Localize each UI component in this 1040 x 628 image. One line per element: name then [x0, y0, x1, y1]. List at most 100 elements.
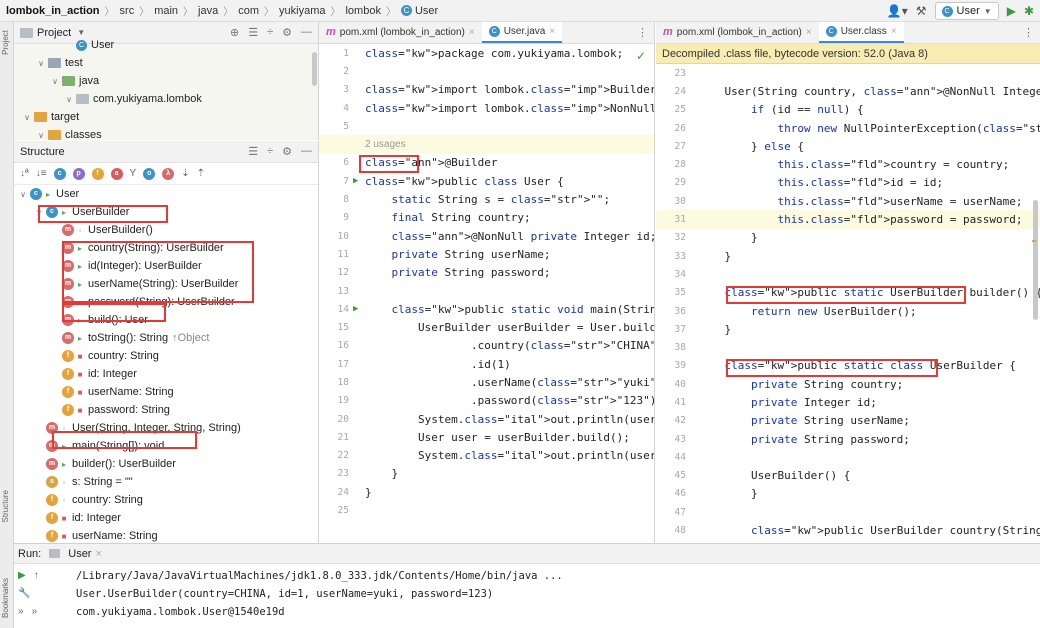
- structure-item[interactable]: m ▸ builder(): UserBuilder: [14, 455, 318, 473]
- more-icon[interactable]: ⋮: [637, 26, 648, 39]
- project-scrollbar[interactable]: [312, 52, 317, 86]
- line-number: 46: [674, 488, 686, 500]
- class-icon: C: [488, 25, 500, 37]
- project-tree-item[interactable]: ∨ target: [14, 108, 318, 126]
- sort-visibility-icon[interactable]: ↓≡: [36, 168, 47, 179]
- project-tree-item[interactable]: ∨ java: [14, 72, 318, 90]
- structure-tool-label[interactable]: Structure: [1, 490, 10, 522]
- structure-item[interactable]: f ■ id: Integer: [14, 365, 318, 383]
- code-area-user-class[interactable]: 23 24 User(String country, class="ann">@N…: [656, 64, 1040, 540]
- code-text: class="ann">@Builder: [365, 156, 498, 170]
- gear-icon[interactable]: ⚙: [282, 145, 292, 158]
- project-tree-item[interactable]: ∨ com.yukiyama.lombok: [14, 90, 318, 108]
- sort-alpha-icon[interactable]: ↓ª: [20, 168, 29, 179]
- structure-item[interactable]: m ▸ build(): User: [14, 311, 318, 329]
- structure-item[interactable]: m ▸ userName(String): UserBuilder: [14, 275, 318, 293]
- code-text: this.class="fld">password = password;: [777, 213, 1023, 227]
- structure-item[interactable]: m ▸ toString(): String ↑Object: [14, 329, 318, 347]
- breadcrumb-item[interactable]: main: [154, 5, 178, 17]
- person-icon[interactable]: 👤▾: [887, 4, 908, 18]
- structure-item[interactable]: f ■ userName: String: [14, 383, 318, 401]
- chevron-down-icon[interactable]: ∨: [64, 95, 74, 104]
- structure-item[interactable]: ∨ c ▸ User: [14, 185, 318, 203]
- chevron-down-icon[interactable]: ∨: [34, 208, 44, 217]
- autoscroll-from-source-icon[interactable]: ⇡: [197, 168, 205, 179]
- bookmarks-tool-label[interactable]: Bookmarks: [1, 578, 10, 618]
- code-area-user-java[interactable]: 1 class="kw">package com.yukiyama.lombok;…: [319, 44, 654, 520]
- show-properties-icon[interactable]: p: [72, 167, 85, 180]
- run-icon[interactable]: ▶: [1007, 4, 1016, 18]
- breadcrumb-item[interactable]: User: [415, 5, 438, 17]
- wrench-icon[interactable]: 🔧: [18, 588, 30, 606]
- expand-icon[interactable]: »: [32, 606, 38, 624]
- structure-item[interactable]: ∨ c ▸ UserBuilder: [14, 203, 318, 221]
- chevron-down-icon[interactable]: ∨: [36, 59, 46, 68]
- project-tree-item[interactable]: ∨ test: [14, 54, 318, 72]
- more-icon[interactable]: »: [18, 606, 24, 624]
- run-gutter-icon[interactable]: ▶: [353, 304, 365, 314]
- run-gutter-icon[interactable]: ▶: [353, 176, 365, 186]
- expand-all-icon[interactable]: ÷: [267, 26, 273, 39]
- chevron-down-icon[interactable]: ∨: [50, 77, 60, 86]
- close-icon[interactable]: ×: [469, 27, 475, 38]
- hammer-icon[interactable]: ⚒: [916, 4, 927, 18]
- structure-item[interactable]: m ▸ main(String[]): void: [14, 437, 318, 455]
- gear-icon[interactable]: ⚙: [282, 26, 292, 39]
- show-non-public-icon[interactable]: a: [110, 167, 123, 180]
- rerun-icon[interactable]: ▶: [18, 570, 26, 588]
- structure-item[interactable]: m ▸ country(String): UserBuilder: [14, 239, 318, 257]
- structure-item[interactable]: f ■ userName: String: [14, 527, 318, 543]
- structure-item[interactable]: m ◦ UserBuilder(): [14, 221, 318, 239]
- editor-tab[interactable]: m pom.xml (lombok_in_action) ×: [319, 22, 482, 43]
- breadcrumb-separator: 〉: [264, 7, 275, 18]
- editor-tab[interactable]: m pom.xml (lombok_in_action) ×: [656, 22, 819, 43]
- project-tree-item[interactable]: ∨ classes: [14, 126, 318, 140]
- project-panel-title[interactable]: Project: [37, 27, 71, 39]
- close-icon[interactable]: ×: [891, 26, 897, 37]
- run-tab-user[interactable]: User ×: [49, 548, 102, 560]
- show-lambdas-icon[interactable]: λ: [162, 167, 175, 180]
- editor2-scrollbar[interactable]: [1033, 200, 1038, 320]
- breadcrumb-item[interactable]: yukiyama: [279, 5, 325, 17]
- breadcrumb-item[interactable]: java: [198, 5, 218, 17]
- minimize-icon[interactable]: —: [301, 145, 312, 158]
- filter-icon[interactable]: Y: [130, 168, 137, 179]
- editor-tab[interactable]: C User.java ×: [481, 22, 563, 43]
- chevron-down-icon[interactable]: ∨: [18, 190, 28, 199]
- structure-item[interactable]: m ▸ id(Integer): UserBuilder: [14, 257, 318, 275]
- debug-icon[interactable]: ✱: [1024, 4, 1034, 18]
- more-icon[interactable]: ⋮: [1023, 26, 1034, 39]
- expand-all-icon[interactable]: ÷: [267, 145, 273, 158]
- structure-item[interactable]: s ◦ s: String = "": [14, 473, 318, 491]
- breadcrumb-item[interactable]: lombok_in_action: [6, 5, 100, 17]
- locate-icon[interactable]: ⊕: [230, 26, 239, 39]
- breadcrumb-item[interactable]: src: [120, 5, 135, 17]
- structure-item[interactable]: m ◦ User(String, Integer, String, String): [14, 419, 318, 437]
- chevron-down-icon[interactable]: ∨: [22, 113, 32, 122]
- chevron-down-icon[interactable]: ▼: [77, 28, 85, 37]
- chevron-down-icon[interactable]: ∨: [36, 131, 46, 140]
- close-icon[interactable]: ×: [806, 27, 812, 38]
- breadcrumb-item[interactable]: lombok: [345, 5, 380, 17]
- code-text: }: [698, 322, 732, 336]
- project-tool-label[interactable]: Project: [1, 30, 10, 55]
- collapse-all-icon[interactable]: ☰: [248, 145, 258, 158]
- close-icon[interactable]: ×: [549, 26, 555, 37]
- editor-tab[interactable]: C User.class ×: [818, 22, 904, 43]
- minimize-icon[interactable]: —: [301, 26, 312, 39]
- structure-item[interactable]: f ◦ country: String: [14, 491, 318, 509]
- breadcrumb-item[interactable]: com: [238, 5, 259, 17]
- collapse-all-icon[interactable]: ☰: [248, 26, 258, 39]
- structure-item[interactable]: f ■ id: Integer: [14, 509, 318, 527]
- structure-item[interactable]: f ■ country: String: [14, 347, 318, 365]
- run-configuration-select[interactable]: C User ▼: [934, 2, 999, 20]
- show-fields-icon[interactable]: f: [91, 167, 104, 180]
- autoscroll-to-source-icon[interactable]: ⇣: [181, 168, 189, 179]
- show-inherited-icon[interactable]: o: [143, 167, 156, 180]
- structure-item[interactable]: f ■ password: String: [14, 401, 318, 419]
- structure-item[interactable]: m ▸ password(String): UserBuilder: [14, 293, 318, 311]
- up-icon[interactable]: ↑: [34, 570, 39, 588]
- show-classes-icon[interactable]: c: [53, 167, 66, 180]
- close-icon[interactable]: ×: [95, 548, 101, 560]
- code-text: private String password;: [391, 266, 551, 280]
